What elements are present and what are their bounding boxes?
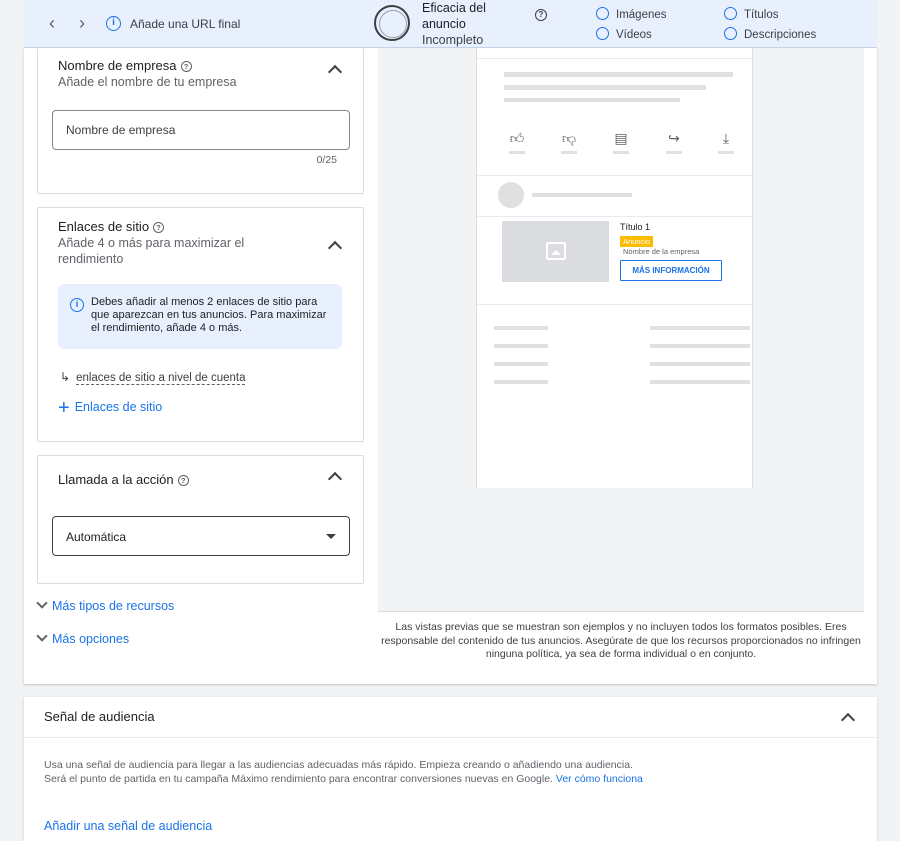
placeholder-line [532, 193, 632, 197]
ad-strength-title: Eficacia del anuncio [422, 1, 486, 31]
checklist-item-titles: Títulos [724, 7, 779, 21]
download-icon: ⤓ [722, 130, 730, 146]
subdirectory-arrow-icon: ↳ [60, 370, 71, 384]
placeholder-line [504, 98, 680, 102]
share-icon: ↪ [668, 130, 680, 146]
call-to-action-title: Llamada a la acción? [58, 472, 189, 487]
checklist-item-images: Imágenes [596, 7, 667, 21]
audience-signal-description: Usa una señal de audiencia para llegar a… [44, 759, 643, 785]
collapse-chevron-icon[interactable] [327, 469, 341, 483]
info-icon: i [70, 298, 84, 312]
ad-title: Título 1 [620, 222, 651, 232]
ad-preview-panel: 👍︎ 👎︎ ▤ ↪ ⤓ Título 1 Anuncio Nombre de l… [378, 48, 864, 612]
call-to-action-section: Llamada a la acción? Automática [37, 455, 364, 584]
unchecked-circle-icon [596, 27, 609, 40]
thumbs-up-icon: 👍︎ [509, 130, 525, 146]
add-audience-signal-link[interactable]: Añadir una señal de audiencia [44, 819, 212, 833]
sitelinks-title: Enlaces de sitio? [58, 219, 165, 234]
ad-strength-bar: ‹ › i Añade una URL final Eficacia del a… [24, 0, 877, 48]
checklist-item-videos: Vídeos [596, 27, 652, 41]
ad-image-placeholder [502, 221, 609, 282]
dropdown-arrow-icon [326, 534, 336, 539]
add-sitelinks-button[interactable]: + Enlaces de sitio [58, 397, 162, 420]
help-icon[interactable]: ? [177, 475, 189, 486]
chevron-right-icon[interactable]: › [72, 13, 92, 33]
call-to-action-select[interactable]: Automática [52, 516, 350, 556]
ad-preview-device: 👍︎ 👎︎ ▤ ↪ ⤓ Título 1 Anuncio Nombre de l… [476, 48, 753, 488]
chevron-down-icon [36, 597, 48, 609]
character-counter: 0/25 [316, 154, 337, 166]
ad-strength-status: Incompleto [422, 33, 484, 47]
collapse-chevron-icon[interactable] [327, 62, 341, 76]
account-sitelinks-link[interactable]: ↳ enlaces de sitio a nivel de cuenta [60, 370, 246, 385]
unchecked-circle-icon [596, 7, 609, 20]
unchecked-circle-icon [724, 7, 737, 20]
business-name-title: Nombre de empresa? [58, 58, 192, 73]
learn-more-link[interactable]: Ver cómo funciona [556, 773, 643, 785]
placeholder-line [504, 85, 706, 90]
help-icon[interactable]: ? [153, 222, 165, 233]
preview-disclaimer: Las vistas previas que se muestran son e… [381, 621, 861, 660]
more-options-toggle[interactable]: Más opciones [36, 630, 129, 646]
collapse-chevron-icon[interactable] [327, 238, 341, 252]
final-url-hint[interactable]: Añade una URL final [130, 17, 240, 31]
chevron-left-icon[interactable]: ‹ [42, 13, 62, 33]
unchecked-circle-icon [724, 27, 737, 40]
ad-badge: Anuncio [620, 236, 654, 247]
business-name-section: Nombre de empresa? Añade el nombre de tu… [37, 48, 364, 194]
business-name-subtitle: Añade el nombre de tu empresa [58, 75, 237, 89]
info-icon: i [106, 16, 121, 31]
help-icon[interactable]: ? [180, 61, 192, 72]
placeholder-line [504, 72, 733, 77]
sitelinks-section: Enlaces de sitio? Añade 4 o más para max… [37, 207, 364, 442]
more-asset-types-toggle[interactable]: Más tipos de recursos [36, 597, 174, 613]
thumbs-down-icon: 👎︎ [561, 130, 577, 146]
ad-strength-ring-icon [374, 5, 410, 41]
checklist-item-descriptions: Descripciones [724, 27, 816, 41]
business-name-input[interactable]: Nombre de empresa [52, 110, 350, 150]
audience-signal-card: Señal de audiencia Usa una señal de audi… [24, 697, 877, 841]
ad-cta-button[interactable]: MÁS INFORMACIÓN [620, 260, 722, 281]
audience-signal-title: Señal de audiencia [44, 709, 155, 724]
avatar-placeholder [498, 182, 524, 208]
sitelinks-subtitle: Añade 4 o más para maximizar el rendimie… [58, 236, 245, 266]
image-icon [546, 242, 566, 260]
help-icon[interactable]: ? [535, 9, 547, 21]
asset-editor-card: Nombre de empresa? Añade el nombre de tu… [24, 48, 877, 684]
chevron-down-icon [36, 630, 48, 642]
ad-business-name: Nombre de la empresa [623, 247, 700, 256]
comment-icon: ▤ [614, 130, 628, 146]
plus-icon: + [58, 397, 70, 419]
sitelinks-notice: i Debes añadir al menos 2 enlaces de sit… [58, 284, 342, 349]
collapse-chevron-icon[interactable] [840, 710, 854, 724]
